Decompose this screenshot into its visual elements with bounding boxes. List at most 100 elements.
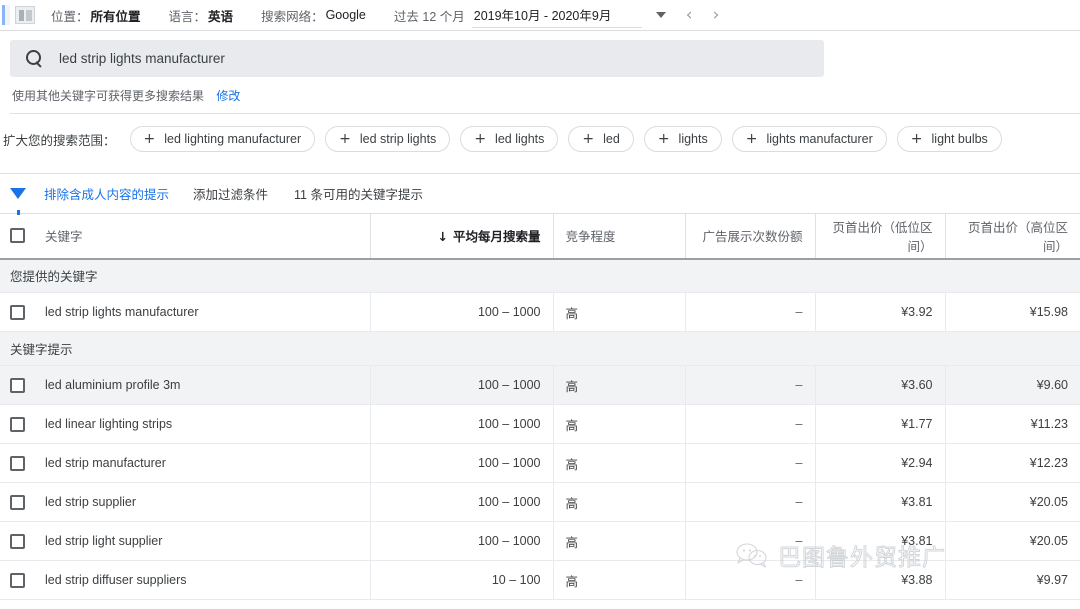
plus-icon: + xyxy=(474,132,486,146)
row-checkbox-cell xyxy=(0,293,37,332)
search-hint: 使用其他关键字可获得更多搜索结果 修改 xyxy=(10,77,1080,104)
plus-icon: + xyxy=(144,132,156,146)
header-competition[interactable]: 竞争程度 xyxy=(553,214,685,259)
group-row-ideas: 关键字提示 xyxy=(0,332,1080,366)
network-label: 搜索网络： xyxy=(261,6,324,25)
date-range-filter[interactable]: 过去 12 个月 2019年10月 - 2020年9月 xyxy=(394,3,666,28)
cell-keyword: led aluminium profile 3m xyxy=(37,366,370,405)
plus-icon: + xyxy=(339,132,351,146)
select-all-checkbox[interactable] xyxy=(10,228,25,243)
date-range-value[interactable]: 2019年10月 - 2020年9月 xyxy=(472,3,642,28)
table-header: 关键字 ↓ 平均每月搜索量 竞争程度 广告展示次数份额 页首出价（低位区间） 页首… xyxy=(0,214,1080,259)
date-range-prefix: 过去 12 个月 xyxy=(394,6,465,25)
expand-chip-6[interactable]: + light bulbs xyxy=(897,126,1002,152)
cell-keyword: led linear lighting strips xyxy=(37,405,370,444)
keyword-planner-page: 位置： 所有位置 语言： 英语 搜索网络： Google 过去 12 个月 20… xyxy=(0,0,1080,609)
cell-impression-share: – xyxy=(685,405,815,444)
filter-action-row: 排除含成人内容的提示 添加过滤条件 11 条可用的关键字提示 xyxy=(0,174,1080,213)
plus-icon: + xyxy=(658,132,670,146)
plus-icon: + xyxy=(746,132,758,146)
row-checkbox[interactable] xyxy=(10,495,25,510)
header-bid-high[interactable]: 页首出价（高位区间） xyxy=(945,214,1080,259)
cell-bid-low: ¥2.94 xyxy=(815,444,945,483)
cell-avg-volume: 100 – 1000 xyxy=(370,522,553,561)
cell-bid-high: ¥20.05 xyxy=(945,522,1080,561)
search-query-text: led strip lights manufacturer xyxy=(59,51,225,66)
cell-bid-low: ¥3.60 xyxy=(815,366,945,405)
search-hint-text: 使用其他关键字可获得更多搜索结果 xyxy=(12,89,204,103)
table-row[interactable]: led aluminium profile 3m 100 – 1000 高 – … xyxy=(0,366,1080,405)
edit-keywords-link[interactable]: 修改 xyxy=(216,89,240,103)
expand-chip-4[interactable]: + lights xyxy=(644,126,722,152)
expand-chip-label: lights manufacturer xyxy=(766,132,872,146)
table-row[interactable]: led strip light supplier 100 – 1000 高 – … xyxy=(0,522,1080,561)
row-checkbox-cell xyxy=(0,366,37,405)
row-checkbox-cell xyxy=(0,561,37,600)
search-area: led strip lights manufacturer 使用其他关键字可获得… xyxy=(0,31,1080,114)
row-checkbox[interactable] xyxy=(10,417,25,432)
row-checkbox-cell xyxy=(0,444,37,483)
filter-funnel-icon[interactable] xyxy=(10,188,26,199)
cell-keyword: led strip manufacturer xyxy=(37,444,370,483)
table-row[interactable]: led strip supplier 100 – 1000 高 – ¥3.81 … xyxy=(0,483,1080,522)
row-checkbox[interactable] xyxy=(10,573,25,588)
cell-impression-share: – xyxy=(685,522,815,561)
header-impression-share[interactable]: 广告展示次数份额 xyxy=(685,214,815,259)
expand-chip-label: led lighting manufacturer xyxy=(164,132,301,146)
table-row[interactable]: led strip lights manufacturer 100 – 1000… xyxy=(0,293,1080,332)
search-input[interactable]: led strip lights manufacturer xyxy=(10,40,824,77)
keyword-ideas-count: 11 条可用的关键字提示 xyxy=(294,184,423,203)
cell-competition: 高 xyxy=(553,483,685,522)
row-checkbox[interactable] xyxy=(10,305,25,320)
language-value: 英语 xyxy=(208,6,233,25)
cell-impression-share: – xyxy=(685,444,815,483)
cell-impression-share: – xyxy=(685,483,815,522)
row-checkbox[interactable] xyxy=(10,378,25,393)
add-filter-button[interactable]: 添加过滤条件 xyxy=(193,184,268,203)
expand-chip-5[interactable]: + lights manufacturer xyxy=(732,126,887,152)
row-checkbox[interactable] xyxy=(10,456,25,471)
cell-bid-high: ¥9.97 xyxy=(945,561,1080,600)
cell-bid-high: ¥11.23 xyxy=(945,405,1080,444)
cell-keyword: led strip lights manufacturer xyxy=(37,293,370,332)
row-checkbox-cell xyxy=(0,522,37,561)
prev-period-button[interactable]: ‹ xyxy=(686,7,693,24)
group-row-provided: 您提供的关键字 xyxy=(0,259,1080,293)
expand-chip-1[interactable]: + led strip lights xyxy=(325,126,450,152)
cell-bid-high: ¥15.98 xyxy=(945,293,1080,332)
exclude-adult-filter[interactable]: 排除含成人内容的提示 xyxy=(44,184,169,203)
table-row[interactable]: led strip manufacturer 100 – 1000 高 – ¥2… xyxy=(0,444,1080,483)
expand-chip-label: led xyxy=(603,132,620,146)
cell-bid-low: ¥3.88 xyxy=(815,561,945,600)
cell-avg-volume: 10 – 100 xyxy=(370,561,553,600)
location-filter[interactable]: 位置： 所有位置 xyxy=(51,6,141,25)
row-checkbox[interactable] xyxy=(10,534,25,549)
header-avg-volume-label: 平均每月搜索量 xyxy=(453,230,541,244)
group-label-ideas: 关键字提示 xyxy=(0,332,1080,366)
expand-chip-label: light bulbs xyxy=(932,132,988,146)
location-value: 所有位置 xyxy=(91,6,141,25)
table-row[interactable]: led linear lighting strips 100 – 1000 高 … xyxy=(0,405,1080,444)
cell-competition: 高 xyxy=(553,522,685,561)
search-icon xyxy=(26,50,43,67)
language-filter[interactable]: 语言： 英语 xyxy=(169,6,234,25)
table-row[interactable]: led strip diffuser suppliers 10 – 100 高 … xyxy=(0,561,1080,600)
header-avg-volume[interactable]: ↓ 平均每月搜索量 xyxy=(370,214,553,259)
next-period-button[interactable]: › xyxy=(713,7,720,24)
table-body: 您提供的关键字 led strip lights manufacturer 10… xyxy=(0,259,1080,600)
cell-avg-volume: 100 – 1000 xyxy=(370,444,553,483)
plus-icon: + xyxy=(911,132,923,146)
row-checkbox-cell xyxy=(0,483,37,522)
header-bid-low[interactable]: 页首出价（低位区间） xyxy=(815,214,945,259)
expand-search-label: 扩大您的搜索范围： xyxy=(3,130,116,149)
cell-competition: 高 xyxy=(553,366,685,405)
expand-chip-3[interactable]: + led xyxy=(568,126,633,152)
expand-chip-0[interactable]: + led lighting manufacturer xyxy=(130,126,316,152)
cell-bid-low: ¥3.81 xyxy=(815,483,945,522)
expand-chip-2[interactable]: + led lights xyxy=(460,126,558,152)
sort-descending-icon: ↓ xyxy=(438,229,448,244)
network-filter[interactable]: 搜索网络： Google xyxy=(261,6,366,25)
chevron-down-icon[interactable] xyxy=(656,12,666,18)
header-keyword[interactable]: 关键字 xyxy=(37,214,370,259)
top-filter-bar: 位置： 所有位置 语言： 英语 搜索网络： Google 过去 12 个月 20… xyxy=(0,0,1080,31)
